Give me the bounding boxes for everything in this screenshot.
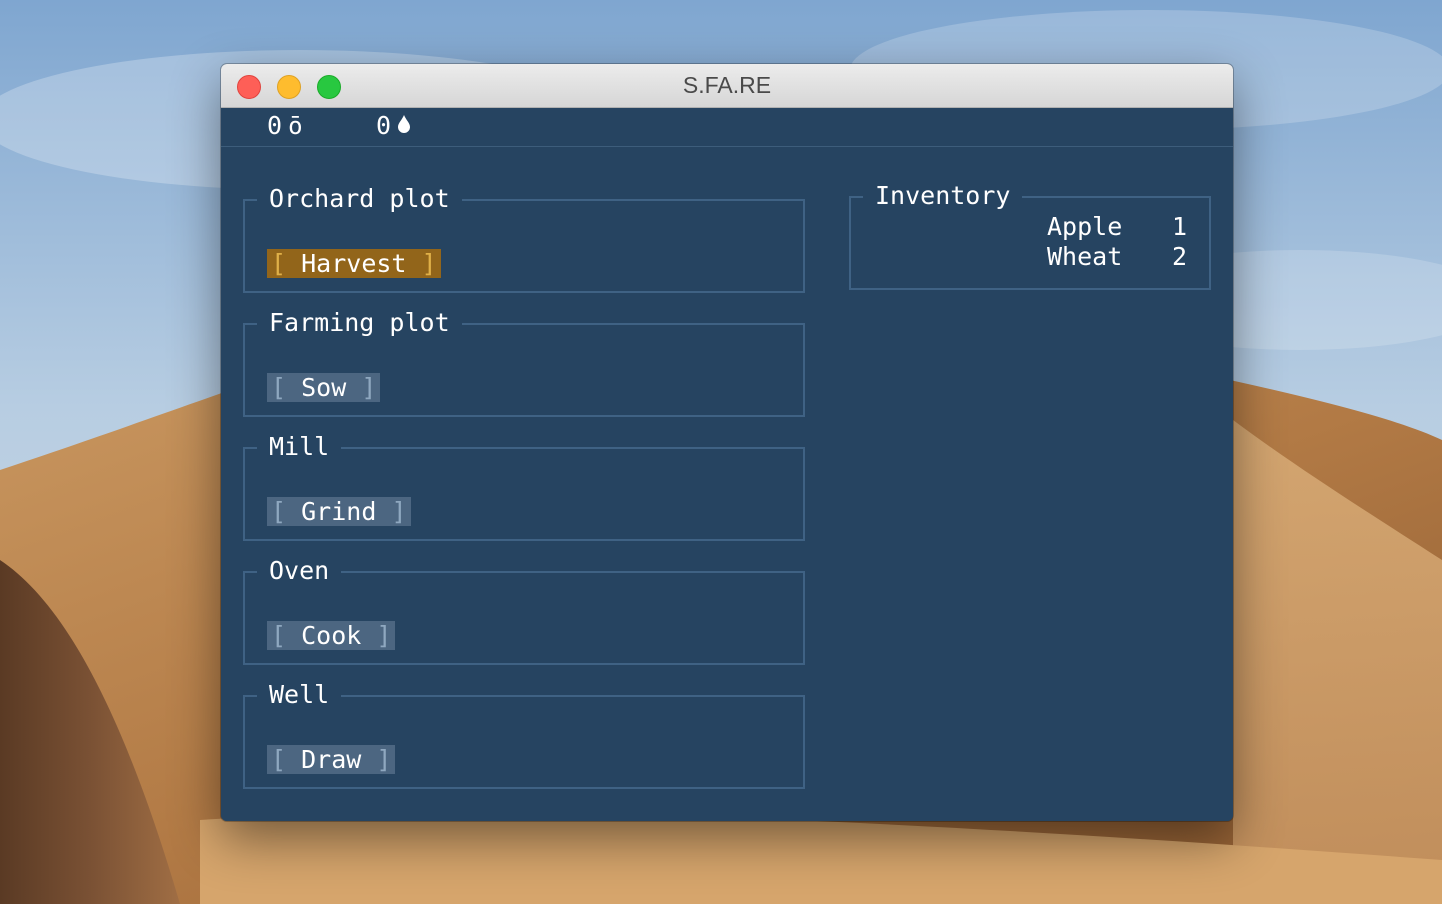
panel-title: Oven bbox=[257, 555, 342, 587]
grind-button[interactable]: [ Grind ] bbox=[267, 497, 411, 526]
panel-title: Orchard plot bbox=[257, 183, 462, 215]
title-bar[interactable]: S.FA.RE bbox=[221, 64, 1233, 108]
item-quantity: 1 bbox=[1171, 212, 1187, 241]
item-name: Apple bbox=[1047, 212, 1123, 241]
water-drop-icon bbox=[397, 111, 411, 141]
harvest-button[interactable]: [ Harvest ] bbox=[267, 249, 441, 278]
water-stat: 0 bbox=[376, 111, 411, 141]
farming-plot-panel: Farming plot [ Sow ] bbox=[243, 307, 805, 417]
app-content: 0 ō 0 Orchard plot [ Harvest ] Farming p… bbox=[221, 108, 1233, 821]
panel-title: Farming plot bbox=[257, 307, 462, 339]
oven-panel: Oven [ Cook ] bbox=[243, 555, 805, 665]
water-value: 0 bbox=[376, 111, 392, 140]
status-bar: 0 ō 0 bbox=[221, 108, 1233, 147]
window-title: S.FA.RE bbox=[682, 72, 772, 98]
sow-button[interactable]: [ Sow ] bbox=[267, 373, 381, 402]
list-item: Apple 1 bbox=[1047, 212, 1187, 242]
draw-button[interactable]: [ Draw ] bbox=[267, 745, 396, 774]
item-name: Wheat bbox=[1047, 242, 1123, 271]
orchard-plot-panel: Orchard plot [ Harvest ] bbox=[243, 183, 805, 293]
coins-value: 0 bbox=[267, 111, 283, 140]
cook-button[interactable]: [ Cook ] bbox=[267, 621, 396, 650]
inventory-list: Apple 1 Wheat 2 bbox=[1047, 212, 1187, 272]
panel-title: Mill bbox=[257, 431, 342, 463]
coins-stat: 0 ō bbox=[267, 111, 303, 141]
app-window: S.FA.RE 0 ō 0 Orchard plot [ Harvest ] F… bbox=[221, 64, 1233, 821]
panel-title: Well bbox=[257, 679, 342, 711]
mill-panel: Mill [ Grind ] bbox=[243, 431, 805, 541]
coin-icon: ō bbox=[288, 112, 303, 140]
list-item: Wheat 2 bbox=[1047, 242, 1187, 272]
well-panel: Well [ Draw ] bbox=[243, 679, 805, 789]
inventory-title: Inventory bbox=[863, 180, 1023, 212]
item-quantity: 2 bbox=[1171, 242, 1187, 271]
inventory-panel: Inventory Apple 1 Wheat 2 bbox=[849, 180, 1211, 290]
